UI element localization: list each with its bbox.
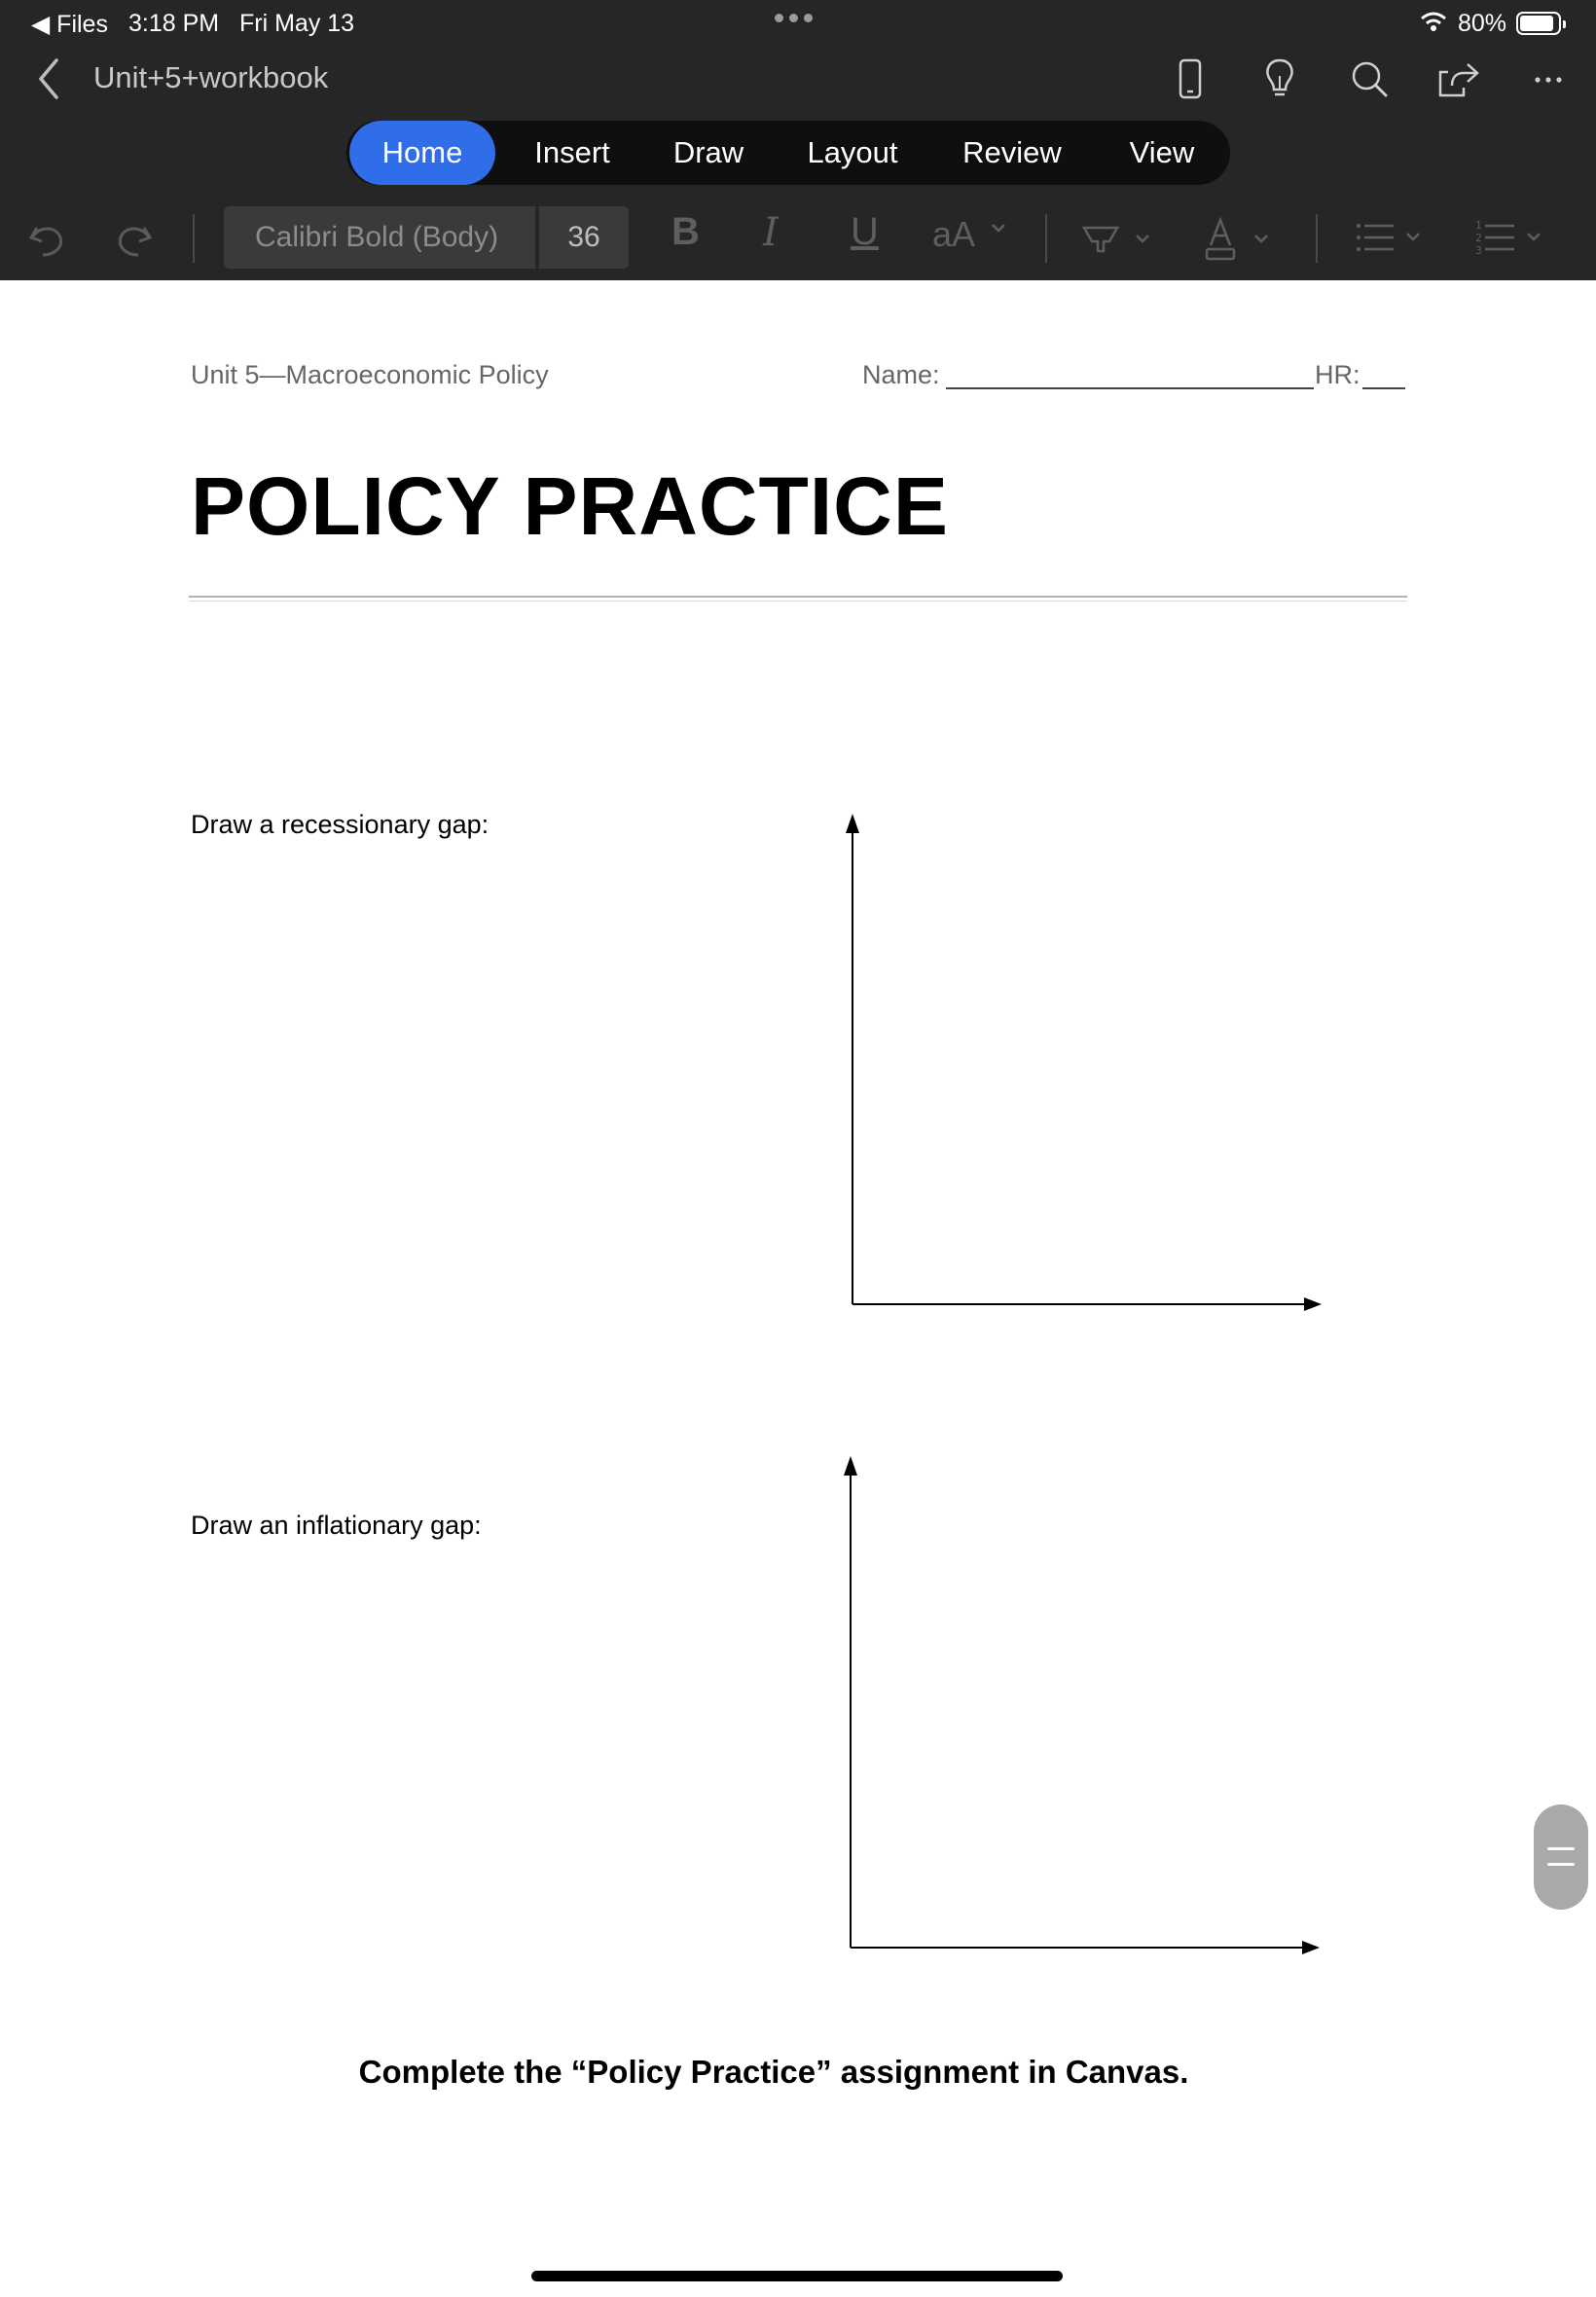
font-color-icon[interactable] — [1201, 212, 1275, 265]
name-label: Name: — [862, 360, 940, 389]
title-divider — [189, 596, 1407, 598]
canvas-assignment-note: Complete the “Policy Practice” assignmen… — [358, 2054, 1189, 2090]
tab-view[interactable]: View — [1096, 121, 1228, 185]
home-indicator[interactable] — [531, 2271, 1063, 2281]
back-to-files-link[interactable]: ◀ Files — [31, 10, 108, 39]
tab-review[interactable]: Review — [930, 121, 1094, 185]
multitasking-dots-icon[interactable] — [775, 14, 813, 22]
status-time: 3:18 PM — [128, 10, 220, 37]
svg-text:1: 1 — [1475, 219, 1482, 232]
svg-text:2: 2 — [1475, 232, 1482, 244]
title-divider-shadow — [189, 601, 1407, 602]
inflationary-gap-axes — [837, 1456, 1324, 1962]
italic-button[interactable]: I — [763, 210, 779, 263]
toolbar-divider — [1316, 214, 1318, 263]
scroll-handle[interactable] — [1534, 1805, 1588, 1910]
search-icon[interactable] — [1345, 55, 1394, 103]
format-toolbar: Calibri Bold (Body) 36 B I U aA 123 — [0, 201, 1596, 276]
lightbulb-icon[interactable] — [1255, 55, 1304, 103]
recessionary-gap-prompt: Draw a recessionary gap: — [191, 810, 490, 839]
svg-text:3: 3 — [1475, 244, 1482, 257]
battery-percent: 80% — [1458, 10, 1507, 37]
app-toolbar: ◀ Files 3:18 PM Fri May 13 80% Unit+5+wo… — [0, 0, 1596, 280]
redo-icon[interactable] — [109, 212, 158, 265]
wifi-icon — [1419, 10, 1448, 42]
font-case-button[interactable]: aA — [932, 214, 975, 267]
chevron-down-icon[interactable] — [989, 218, 1008, 271]
back-chevron-icon[interactable] — [29, 55, 68, 103]
font-name-field[interactable]: Calibri Bold (Body) — [224, 206, 535, 269]
tab-layout[interactable]: Layout — [777, 121, 928, 185]
underline-button[interactable]: U — [851, 210, 879, 263]
title-bar: Unit+5+workbook — [0, 45, 1596, 113]
document-title: Unit+5+workbook — [93, 60, 329, 94]
phone-layout-icon[interactable] — [1166, 55, 1215, 103]
hr-blank-line — [1362, 387, 1405, 389]
battery-icon — [1516, 12, 1566, 35]
toolbar-divider — [1045, 214, 1047, 263]
tab-insert[interactable]: Insert — [504, 121, 640, 185]
inflationary-gap-prompt: Draw an inflationary gap: — [191, 1511, 482, 1540]
share-icon[interactable] — [1434, 55, 1483, 103]
tab-draw[interactable]: Draw — [642, 121, 775, 185]
page-title: POLICY PRACTICE — [191, 460, 949, 552]
status-date: Fri May 13 — [239, 10, 355, 37]
bullets-icon[interactable] — [1355, 212, 1429, 265]
numbering-icon[interactable]: 123 — [1475, 212, 1549, 265]
hr-label: HR: — [1315, 360, 1360, 389]
document-header: Unit 5—Macroeconomic Policy — [191, 360, 549, 389]
highlighter-icon[interactable] — [1080, 212, 1154, 265]
toolbar-divider — [193, 214, 195, 263]
recessionary-gap-axes — [839, 814, 1325, 1320]
more-icon[interactable] — [1524, 55, 1573, 103]
ribbon-tabs: Home Insert Draw Layout Review View — [346, 121, 1230, 185]
font-size-field[interactable]: 36 — [539, 206, 629, 269]
status-bar: ◀ Files 3:18 PM Fri May 13 80% — [0, 0, 1596, 45]
bold-button[interactable]: B — [671, 210, 700, 263]
undo-icon[interactable] — [23, 212, 72, 265]
name-blank-line — [946, 387, 1314, 389]
tab-home[interactable]: Home — [349, 121, 495, 185]
